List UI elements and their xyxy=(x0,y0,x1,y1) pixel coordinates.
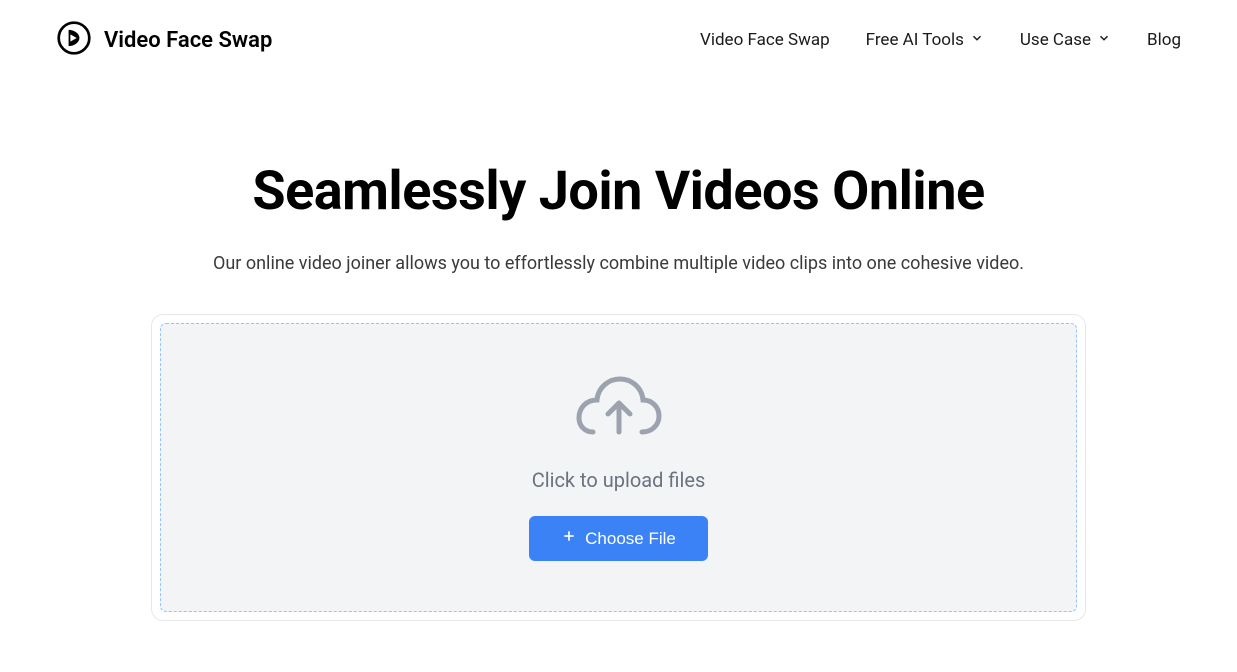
nav-label: Free AI Tools xyxy=(866,30,964,50)
logo-section[interactable]: Video Face Swap xyxy=(56,20,272,60)
nav-video-face-swap[interactable]: Video Face Swap xyxy=(700,30,830,50)
logo-text: Video Face Swap xyxy=(104,28,272,53)
main-nav: Video Face Swap Free AI Tools Use Case B… xyxy=(700,30,1181,50)
upload-prompt: Click to upload files xyxy=(532,468,706,492)
chevron-down-icon xyxy=(1097,30,1111,50)
header: Video Face Swap Video Face Swap Free AI … xyxy=(0,0,1237,80)
nav-free-ai-tools[interactable]: Free AI Tools xyxy=(866,30,984,50)
chevron-down-icon xyxy=(970,30,984,50)
logo-icon xyxy=(56,20,92,60)
plus-icon xyxy=(561,528,577,549)
choose-file-button[interactable]: Choose File xyxy=(529,516,708,561)
nav-label: Video Face Swap xyxy=(700,30,830,50)
choose-file-label: Choose File xyxy=(585,529,676,549)
main-content: Seamlessly Join Videos Online Our online… xyxy=(0,80,1237,621)
upload-dropzone[interactable]: Click to upload files Choose File xyxy=(160,323,1077,612)
nav-blog[interactable]: Blog xyxy=(1147,30,1181,50)
nav-use-case[interactable]: Use Case xyxy=(1020,30,1111,50)
cloud-upload-icon xyxy=(574,374,664,468)
hero-title: Seamlessly Join Videos Online xyxy=(252,160,984,223)
nav-label: Blog xyxy=(1147,30,1181,50)
upload-container: Click to upload files Choose File xyxy=(151,314,1086,621)
nav-label: Use Case xyxy=(1020,30,1091,50)
hero-subtitle: Our online video joiner allows you to ef… xyxy=(213,253,1024,274)
